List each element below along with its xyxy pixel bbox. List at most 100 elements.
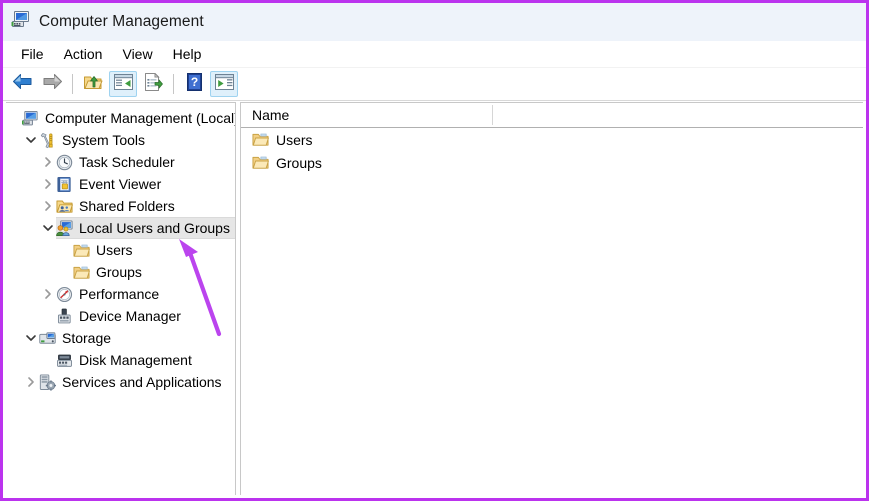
device-manager-icon: [56, 308, 73, 325]
export-list-icon: [144, 71, 163, 96]
list-item-users[interactable]: Users: [241, 128, 863, 151]
list-item-label: Users: [276, 131, 313, 148]
chevron-right-icon[interactable]: [40, 151, 56, 173]
chevron-right-icon[interactable]: [23, 371, 39, 393]
list-column-header: Name: [241, 103, 863, 128]
back-button[interactable]: [8, 71, 36, 97]
export-list-button[interactable]: [139, 71, 167, 97]
tree-item-label: System Tools: [62, 132, 145, 148]
console-tree-icon: [113, 73, 133, 95]
tree-item-content: Computer Management (Local): [22, 107, 236, 129]
chevron-down-icon[interactable]: [23, 327, 39, 349]
details-list: Users Groups: [241, 128, 863, 174]
menu-view[interactable]: View: [112, 44, 162, 64]
chevron-right-icon[interactable]: [40, 283, 56, 305]
tree-item-storage[interactable]: Storage: [6, 327, 235, 349]
tree-item-task-scheduler[interactable]: Task Scheduler: [6, 151, 235, 173]
system-tools-icon: [39, 132, 56, 149]
tree-item-shared-folders[interactable]: Shared Folders: [6, 195, 235, 217]
show-action-pane-button[interactable]: [210, 71, 238, 97]
computer-management-icon: [11, 10, 31, 33]
tree-item-disk-management[interactable]: Disk Management: [6, 349, 235, 371]
toolbar-separator-2: [173, 74, 174, 94]
shared-folders-icon: [56, 198, 73, 215]
tree-item-content: Event Viewer: [56, 173, 167, 195]
menu-help[interactable]: Help: [163, 44, 212, 64]
help-button[interactable]: ?: [180, 71, 208, 97]
tree-item-performance[interactable]: Performance: [6, 283, 235, 305]
clock-icon: [56, 154, 73, 171]
tree-item-label: Disk Management: [79, 352, 192, 368]
column-divider[interactable]: [492, 105, 493, 125]
column-header-name[interactable]: Name: [241, 107, 289, 123]
disk-management-icon: [56, 352, 73, 369]
menu-file[interactable]: File: [11, 44, 54, 64]
tree-item-content: Groups: [73, 261, 148, 283]
tree-item-label: Event Viewer: [79, 176, 162, 192]
chevron-right-icon[interactable]: [40, 173, 56, 195]
folder-icon: [73, 264, 90, 281]
tree-item-computer-management-local[interactable]: Computer Management (Local): [6, 107, 235, 129]
menu-action[interactable]: Action: [54, 44, 113, 64]
tree-item-label: Computer Management (Local): [45, 110, 236, 126]
tree-item-device-manager[interactable]: Device Manager: [6, 305, 235, 327]
forward-arrow-icon: [42, 73, 63, 95]
tree-item-label: Local Users and Groups: [79, 220, 230, 236]
tree-item-content: Local Users and Groups: [56, 217, 235, 239]
tree-item-content: Task Scheduler: [56, 151, 181, 173]
forward-button[interactable]: [38, 71, 66, 97]
list-item-label: Groups: [276, 154, 322, 171]
details-pane: Name Users Groups: [240, 102, 863, 495]
tree-item-content: Storage: [39, 327, 117, 349]
tree-item-services-and-applications[interactable]: Services and Applications: [6, 371, 235, 393]
storage-icon: [39, 330, 56, 347]
tree-item-label: Shared Folders: [79, 198, 175, 214]
tree-item-system-tools[interactable]: System Tools: [6, 129, 235, 151]
chevron-down-icon[interactable]: [40, 217, 56, 239]
chevron-right-icon[interactable]: [40, 195, 56, 217]
tree-item-content: System Tools: [39, 129, 151, 151]
list-item-groups[interactable]: Groups: [241, 151, 863, 174]
toolbar: ?: [3, 68, 866, 101]
up-one-level-button[interactable]: [79, 71, 107, 97]
tree-item-label: Storage: [62, 330, 112, 346]
show-hide-console-tree-button[interactable]: [109, 71, 137, 97]
tree-item-label: Task Scheduler: [79, 154, 175, 170]
window-title: Computer Management: [39, 12, 204, 30]
tree-item-label: Device Manager: [79, 308, 181, 324]
computer-icon: [22, 110, 39, 127]
local-users-groups-icon: [56, 219, 73, 237]
back-arrow-icon: [12, 73, 33, 95]
chevron-down-icon[interactable]: [23, 129, 39, 151]
folder-icon: [252, 154, 269, 171]
tree-item-label: Groups: [96, 264, 142, 280]
tree-item-label: Services and Applications: [62, 374, 222, 390]
computer-management-window: Computer Management File Action View Hel…: [0, 0, 869, 501]
tree-item-groups[interactable]: Groups: [6, 261, 235, 283]
tree-item-event-viewer[interactable]: Event Viewer: [6, 173, 235, 195]
folder-icon: [73, 242, 90, 259]
console-tree: Computer Management (Local) System Tools T…: [6, 103, 235, 393]
folder-up-icon: [83, 73, 103, 96]
tree-item-local-users-and-groups[interactable]: Local Users and Groups: [6, 217, 235, 239]
content-area: Computer Management (Local) System Tools T…: [6, 102, 863, 495]
tree-item-content: Disk Management: [56, 349, 198, 371]
menu-bar: File Action View Help: [3, 41, 866, 68]
toolbar-separator-1: [72, 74, 73, 94]
help-question-icon: ?: [186, 72, 203, 96]
tree-item-users[interactable]: Users: [6, 239, 235, 261]
console-tree-pane: Computer Management (Local) System Tools T…: [6, 102, 236, 495]
tree-item-content: Services and Applications: [39, 371, 228, 393]
